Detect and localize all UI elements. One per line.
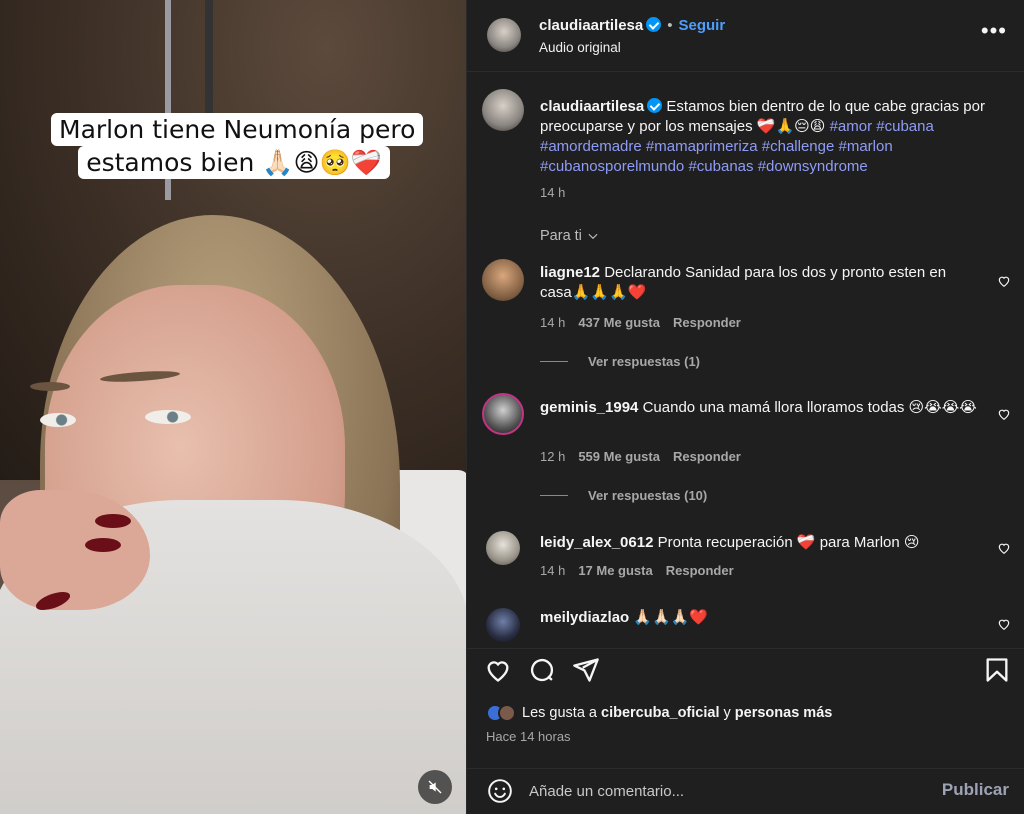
post-time: 14 h <box>540 185 578 200</box>
hashtag-link[interactable]: #downsyndrome <box>758 158 868 175</box>
instagram-post-view: Marlon tiene Neumonía pero estamos bien … <box>0 0 1024 814</box>
hashtag-link[interactable]: #challenge <box>762 138 835 155</box>
likes-summary: Les gusta a cibercuba_oficial y personas… <box>486 704 832 722</box>
author-avatar[interactable] <box>482 89 524 131</box>
comment-text: meilydiazlao 🙏🏻🙏🏻🙏🏻❤️ <box>540 608 980 628</box>
hashtag-link[interactable]: #amor <box>830 118 873 135</box>
view-replies-label: Ver respuestas (1) <box>588 354 701 369</box>
comment-likes[interactable]: 559 Me gusta <box>578 449 660 464</box>
video-decor <box>95 514 131 528</box>
comment-text: geminis_1994 Cuando una mamá llora llora… <box>540 398 980 418</box>
comment-username[interactable]: leidy_alex_0612 <box>540 534 653 551</box>
video-caption: Marlon tiene Neumonía pero estamos bien … <box>51 113 424 179</box>
video-decor <box>40 413 76 427</box>
comment-text: liagne12 Declarando Sanidad para los dos… <box>540 263 980 303</box>
heart-icon[interactable] <box>997 274 1011 288</box>
heart-icon[interactable] <box>997 541 1011 555</box>
likes-conj: y <box>723 705 731 721</box>
post-timestamp[interactable]: Hace 14 horas <box>486 729 571 744</box>
more-icon[interactable]: ••• <box>981 20 1007 42</box>
comment-input[interactable] <box>529 779 909 803</box>
view-replies-label: Ver respuestas (10) <box>588 488 708 503</box>
chevron-down-icon <box>588 233 598 240</box>
follow-button[interactable]: Seguir <box>679 17 726 34</box>
add-comment-bar: Publicar <box>467 768 1024 814</box>
verified-icon <box>647 98 663 113</box>
comment-body: Cuando una mamá llora lloramos todas 😢😭😭… <box>642 399 977 416</box>
mute-button[interactable] <box>418 770 452 804</box>
post-header: claudiaartilesa • Seguir Audio original ••… <box>467 0 1024 72</box>
separator-dot: • <box>667 17 673 34</box>
author-username[interactable]: claudiaartilesa <box>539 17 643 34</box>
hashtag-link[interactable]: #cubanas <box>688 158 753 175</box>
video-decor <box>205 0 213 130</box>
hashtag-link[interactable]: #amordemadre <box>540 138 642 155</box>
comment-likes[interactable]: 437 Me gusta <box>578 315 660 330</box>
hashtag-link[interactable]: #marlon <box>839 138 893 155</box>
bookmark-icon[interactable] <box>983 656 1011 684</box>
view-replies-button[interactable]: Ver respuestas (1) <box>540 354 700 369</box>
comment-meta: 14 h 17 Me gusta Responder <box>540 563 747 578</box>
video-decor <box>85 538 121 552</box>
reply-button[interactable]: Responder <box>673 315 741 330</box>
author-avatar[interactable] <box>487 18 521 52</box>
share-icon[interactable] <box>572 656 600 684</box>
audio-link[interactable]: Audio original <box>539 40 621 55</box>
commenter-avatar[interactable] <box>486 531 520 565</box>
comment-time: 14 h <box>540 563 566 578</box>
video-decor <box>30 382 70 391</box>
liker-avatar[interactable] <box>498 704 516 722</box>
video-caption-text: Marlon tiene Neumonía pero estamos bien … <box>51 113 424 179</box>
post-time-text: 14 h <box>540 185 566 200</box>
comment-username[interactable]: geminis_1994 <box>540 399 638 416</box>
publish-button[interactable]: Publicar <box>942 780 1009 800</box>
likes-others-link[interactable]: personas más <box>735 705 833 721</box>
reply-button[interactable]: Responder <box>666 563 734 578</box>
comment-body: Declarando Sanidad para los dos y pronto… <box>540 264 947 301</box>
hashtag-link[interactable]: #cubanosporelmundo <box>540 158 684 175</box>
comment-sort-dropdown[interactable]: Para ti <box>540 228 600 244</box>
post-side-panel: claudiaartilesa • Seguir Audio original ••… <box>466 0 1024 814</box>
hashtag-link[interactable]: #cubana <box>876 118 934 135</box>
commenter-avatar[interactable] <box>486 608 520 642</box>
like-heart-icon[interactable] <box>484 656 512 684</box>
comment-icon[interactable] <box>528 656 556 684</box>
commenter-avatar[interactable] <box>482 393 524 435</box>
verified-icon <box>646 17 662 32</box>
hashtag-link[interactable]: #mamaprimeriza <box>646 138 758 155</box>
comment-sort-label: Para ti <box>540 228 582 244</box>
comment-username[interactable]: liagne12 <box>540 264 600 281</box>
reel-video[interactable]: Marlon tiene Neumonía pero estamos bien … <box>0 0 466 814</box>
comment-time: 14 h <box>540 315 566 330</box>
caption-username[interactable]: claudiaartilesa <box>540 98 644 115</box>
comment-likes[interactable]: 17 Me gusta <box>578 563 652 578</box>
likes-prefix: Les gusta a <box>522 705 597 721</box>
reply-button[interactable]: Responder <box>673 449 741 464</box>
comment-username[interactable]: meilydiazlao <box>540 609 629 626</box>
comment-time: 12 h <box>540 449 566 464</box>
view-replies-button[interactable]: Ver respuestas (10) <box>540 488 707 503</box>
author-line: claudiaartilesa • Seguir <box>539 17 725 35</box>
comment-meta: 14 h 437 Me gusta Responder <box>540 315 754 330</box>
comment-body: Pronta recuperación ❤️‍🩹 para Marlon 😢 <box>657 534 920 551</box>
post-actions: Les gusta a cibercuba_oficial y personas… <box>467 648 1024 768</box>
heart-icon[interactable] <box>997 617 1011 631</box>
commenter-avatar[interactable] <box>482 259 524 301</box>
liker-username[interactable]: cibercuba_oficial <box>601 705 719 721</box>
heart-icon[interactable] <box>997 407 1011 421</box>
mute-icon <box>428 780 442 794</box>
comment-body: 🙏🏻🙏🏻🙏🏻❤️ <box>633 609 709 626</box>
emoji-icon[interactable] <box>487 778 513 804</box>
comments-list[interactable]: claudiaartilesa Estamos bien dentro de l… <box>467 73 1024 648</box>
comment-text: leidy_alex_0612 Pronta recuperación ❤️‍🩹… <box>540 533 980 553</box>
video-decor <box>145 410 191 424</box>
post-caption: claudiaartilesa Estamos bien dentro de l… <box>540 97 990 177</box>
comment-meta: 12 h 559 Me gusta Responder <box>540 449 754 464</box>
